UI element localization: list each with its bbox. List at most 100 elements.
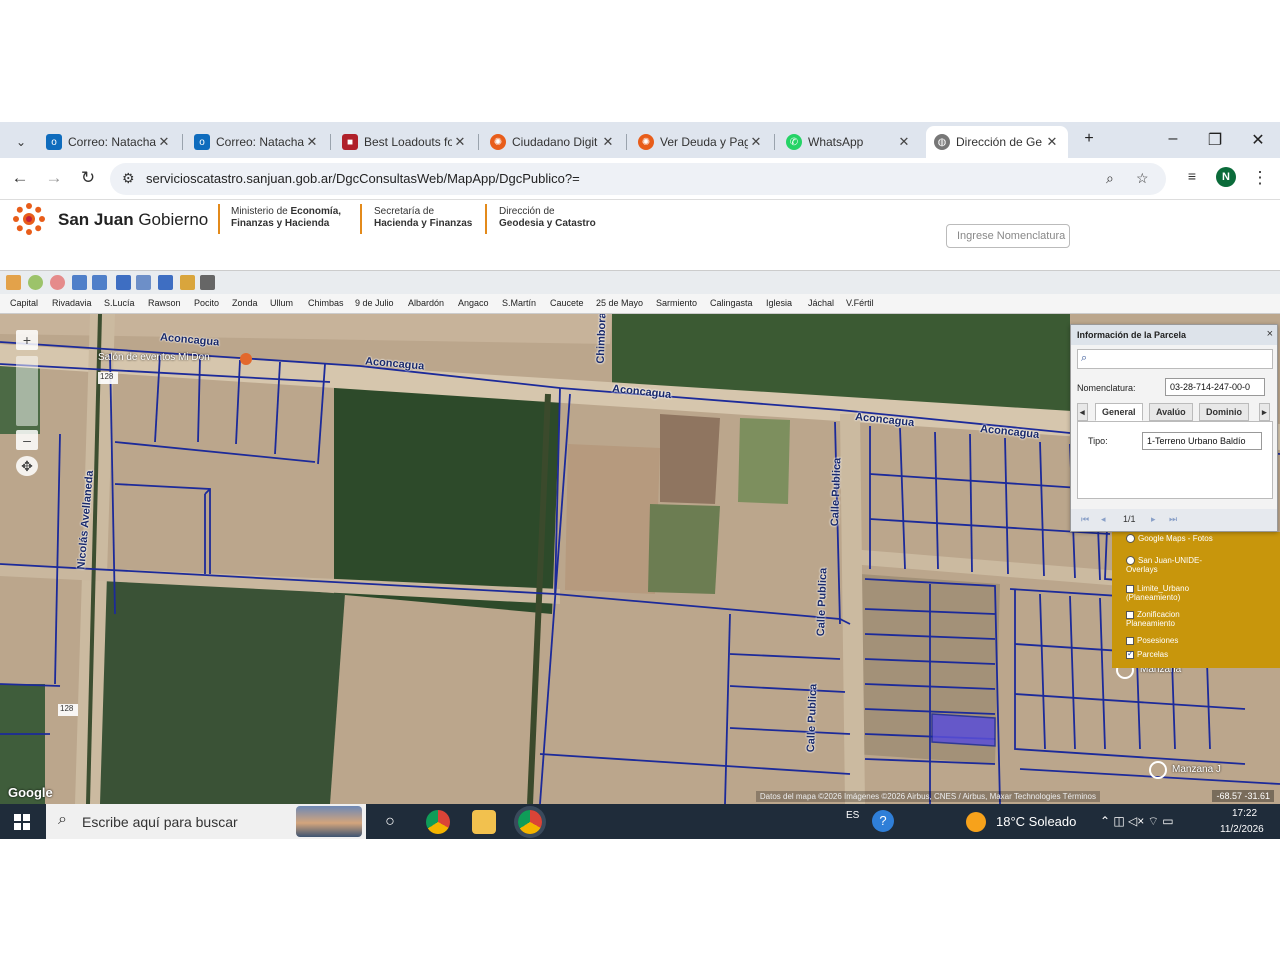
department-link[interactable]: Sarmiento <box>656 298 697 308</box>
weather-text[interactable]: 18°C Soleado <box>996 814 1076 829</box>
reload-icon[interactable]: ↻ <box>76 168 100 188</box>
avatar[interactable]: N <box>1216 167 1236 187</box>
back-icon[interactable]: ← <box>8 168 32 188</box>
zoom-icon[interactable]: ⌕ <box>1106 170 1114 187</box>
minimize-icon[interactable]: – <box>1158 130 1188 148</box>
taskbar-search-input[interactable]: ⌕ Escribe aquí para buscar <box>46 804 366 839</box>
windows-start-icon[interactable] <box>14 814 30 830</box>
file-explorer-icon[interactable] <box>472 810 496 834</box>
select-icon[interactable] <box>136 275 151 290</box>
layer-radio[interactable] <box>1126 534 1135 544</box>
clock-date[interactable]: 11/2/2026 <box>1220 824 1264 835</box>
tab[interactable]: ✆ WhatsApp ✕ <box>778 126 920 158</box>
department-link[interactable]: 9 de Julio <box>355 298 394 308</box>
close-icon[interactable]: ✕ <box>1044 134 1060 150</box>
close-icon[interactable]: ✕ <box>600 134 616 150</box>
menu-kebab-icon[interactable]: ⋮ <box>1248 168 1272 188</box>
layer-item[interactable]: Limite_Urbano (Planeamiento) <box>1126 584 1226 602</box>
close-icon[interactable]: × <box>1267 328 1273 340</box>
layer-item[interactable]: Posesiones <box>1126 636 1226 645</box>
layer-checkbox[interactable] <box>1126 584 1134 593</box>
restore-icon[interactable]: ❐ <box>1200 130 1230 150</box>
task-view-icon[interactable]: ○ <box>378 810 402 834</box>
sun-weather-icon[interactable] <box>966 812 986 832</box>
tab[interactable]: ✺ Ver Deuda y Pag ✕ <box>630 126 772 158</box>
zoom-in-button[interactable]: + <box>16 330 38 350</box>
close-icon[interactable]: ✕ <box>452 134 468 150</box>
tab-active[interactable]: ◍ Dirección de Ge ✕ <box>926 126 1068 158</box>
tab-search-button[interactable]: ⌄ <box>8 126 34 158</box>
department-link[interactable]: Ullum <box>270 298 293 308</box>
panel-search-field[interactable]: ⌕ <box>1077 349 1273 369</box>
map-attribution[interactable]: Datos del mapa ©2026 Imágenes ©2026 Airb… <box>755 791 1100 802</box>
department-link[interactable]: Rawson <box>148 298 181 308</box>
next-page-icon[interactable]: ▸ <box>1151 514 1156 525</box>
department-link[interactable]: Rivadavia <box>52 298 92 308</box>
layer-checkbox[interactable] <box>1126 650 1134 659</box>
redo-icon[interactable] <box>158 275 173 290</box>
zoom-out-button[interactable]: – <box>16 430 38 450</box>
measure-icon[interactable] <box>180 275 195 290</box>
url-text[interactable]: servicioscatastro.sanjuan.gob.ar/DgcCons… <box>146 171 580 186</box>
tab-dominio[interactable]: Dominio <box>1199 403 1249 421</box>
tipo-value[interactable]: 1-Terreno Urbano Baldío <box>1142 432 1262 450</box>
department-link[interactable]: Jáchal <box>808 298 834 308</box>
chrome-icon[interactable] <box>426 810 450 834</box>
department-link[interactable]: Zonda <box>232 298 258 308</box>
grid-icon[interactable] <box>200 275 215 290</box>
bookmark-star-icon[interactable]: ☆ <box>1136 170 1149 187</box>
tab-next-arrow[interactable]: ▸ <box>1259 403 1270 421</box>
full-extent-icon[interactable] <box>72 275 87 290</box>
zoom-slider[interactable] <box>16 356 38 426</box>
close-icon[interactable]: ✕ <box>304 134 320 150</box>
department-link[interactable]: V.Fértil <box>846 298 874 308</box>
layer-item[interactable]: Parcelas <box>1126 650 1226 659</box>
address-bar[interactable]: ⚙ servicioscatastro.sanjuan.gob.ar/DgcCo… <box>110 163 1166 195</box>
department-link[interactable]: Calingasta <box>710 298 753 308</box>
media-icon[interactable]: ≡ <box>1180 168 1204 184</box>
tab[interactable]: o Correo: Natacha ✕ <box>38 126 180 158</box>
close-icon[interactable]: ✕ <box>748 134 764 150</box>
pan-icon[interactable] <box>6 275 21 290</box>
language-indicator[interactable]: ES <box>846 810 859 821</box>
pan-control-icon[interactable]: ✥ <box>16 456 38 476</box>
department-link[interactable]: 25 de Mayo <box>596 298 643 308</box>
clock-time[interactable]: 17:22 <box>1232 808 1257 819</box>
layer-radio[interactable] <box>1126 556 1135 566</box>
department-link[interactable]: S.Martín <box>502 298 536 308</box>
tab-prev-arrow[interactable]: ◂ <box>1077 403 1088 421</box>
poi-label[interactable]: Salón de eventos Mi Don <box>98 352 210 363</box>
tab[interactable]: ■ Best Loadouts fo ✕ <box>334 126 476 158</box>
site-info-icon[interactable]: ⚙ <box>122 170 135 187</box>
department-link[interactable]: Capital <box>10 298 38 308</box>
help-icon[interactable]: ? <box>872 810 894 832</box>
close-icon[interactable]: ✕ <box>896 134 912 150</box>
tab-general[interactable]: General <box>1095 403 1143 421</box>
undo-icon[interactable] <box>116 275 131 290</box>
layer-item[interactable]: Google Maps - Fotos <box>1126 534 1226 544</box>
zoom-in-icon[interactable] <box>28 275 43 290</box>
tab[interactable]: o Correo: Natacha ✕ <box>186 126 328 158</box>
system-tray-icons[interactable]: ⌃ ◫ ◁× ⌔ ▭ <box>1100 814 1174 829</box>
layer-checkbox[interactable] <box>1126 636 1134 645</box>
chrome-profile-icon[interactable] <box>518 810 542 834</box>
forward-icon[interactable]: → <box>42 168 66 188</box>
first-page-icon[interactable]: ⏮ <box>1081 514 1089 525</box>
nomenclatura-value[interactable]: 03-28-714-247-00-0 <box>1165 378 1265 396</box>
nomenclatura-search-input[interactable]: Ingrese Nomenclatura <box>946 224 1070 248</box>
close-icon[interactable]: ✕ <box>156 134 172 150</box>
department-link[interactable]: Caucete <box>550 298 584 308</box>
department-link[interactable]: Angaco <box>458 298 489 308</box>
department-link[interactable]: Chimbas <box>308 298 344 308</box>
zoom-extent-icon[interactable] <box>92 275 107 290</box>
department-link[interactable]: Albardón <box>408 298 444 308</box>
layer-item[interactable]: Zonificacion Planeamiento <box>1126 610 1226 628</box>
new-tab-button[interactable]: + <box>1074 130 1104 148</box>
layer-item[interactable]: San Juan-UNIDE-Overlays <box>1126 556 1226 574</box>
department-link[interactable]: S.Lucía <box>104 298 135 308</box>
tab[interactable]: ✺ Ciudadano Digit ✕ <box>482 126 624 158</box>
search-icon[interactable]: ⌕ <box>1081 352 1087 365</box>
department-link[interactable]: Iglesia <box>766 298 792 308</box>
tab-avaluo[interactable]: Avalúo <box>1149 403 1193 421</box>
last-page-icon[interactable]: ⏭ <box>1169 514 1177 525</box>
